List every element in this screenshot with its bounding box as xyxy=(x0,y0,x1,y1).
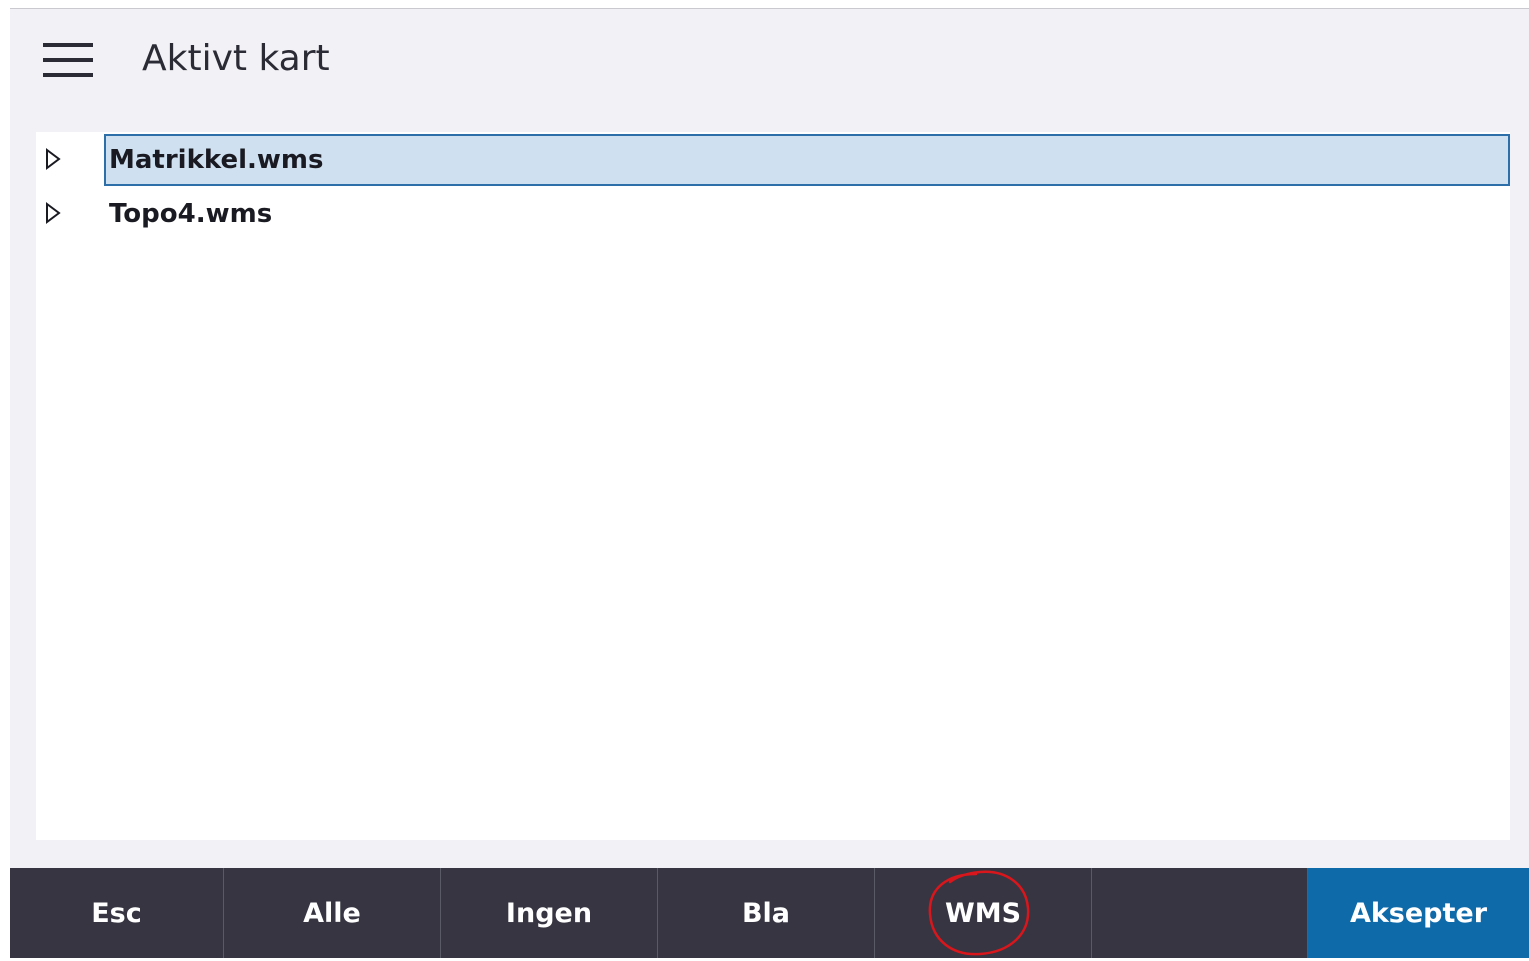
tree-item-label[interactable]: Matrikkel.wms xyxy=(104,134,1510,186)
wms-button[interactable]: WMS xyxy=(875,868,1092,958)
ingen-button[interactable]: Ingen xyxy=(441,868,658,958)
triangle-right-icon[interactable] xyxy=(44,148,62,170)
tree-item-matrikkel[interactable]: Matrikkel.wms xyxy=(36,134,1510,186)
hamburger-menu-icon[interactable] xyxy=(43,43,93,77)
alle-button[interactable]: Alle xyxy=(224,868,441,958)
triangle-right-icon[interactable] xyxy=(44,202,62,224)
empty-toolbar-slot xyxy=(1092,868,1308,958)
bottom-toolbar: Esc Alle Ingen Bla WMS Aksepter xyxy=(10,868,1529,958)
app-window: Aktivt kart Matrikkel.wms Topo4.wms Esc … xyxy=(10,8,1529,958)
esc-button[interactable]: Esc xyxy=(10,868,224,958)
header-bar: Aktivt kart xyxy=(10,9,1529,109)
page-title: Aktivt kart xyxy=(142,38,330,79)
map-layer-tree: Matrikkel.wms Topo4.wms xyxy=(36,132,1510,840)
tree-item-label[interactable]: Topo4.wms xyxy=(104,188,1510,240)
tree-item-topo4[interactable]: Topo4.wms xyxy=(36,188,1510,240)
aksepter-button[interactable]: Aksepter xyxy=(1308,868,1529,958)
bla-button[interactable]: Bla xyxy=(658,868,875,958)
